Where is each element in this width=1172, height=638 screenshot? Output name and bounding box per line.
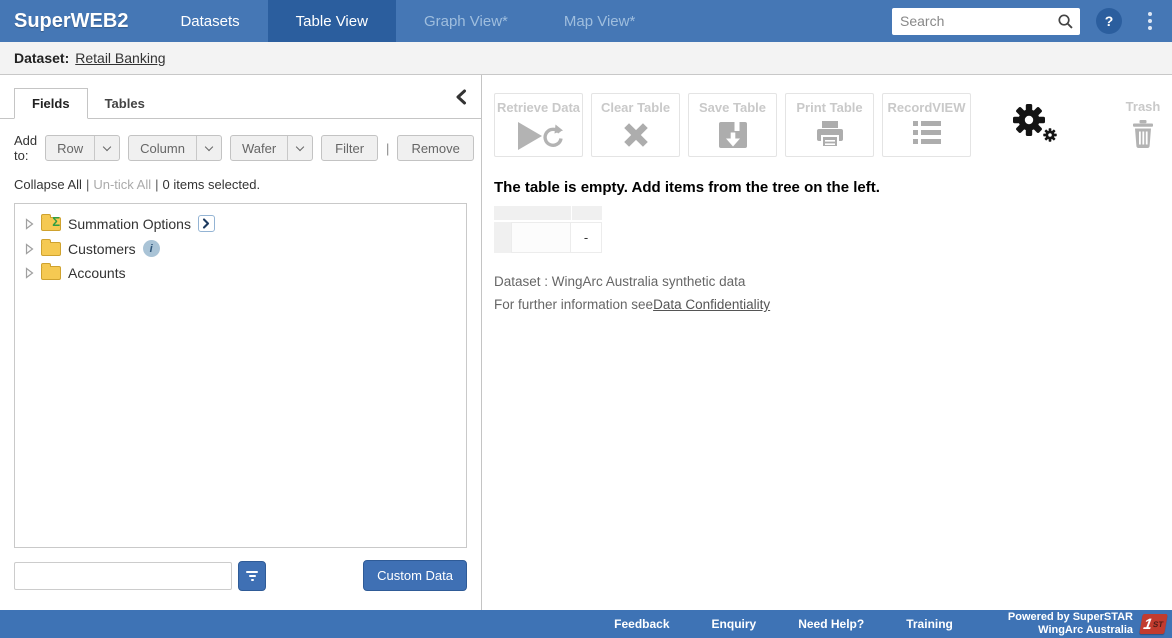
panel-tabbar: Fields Tables (0, 75, 481, 119)
footer-link-feedback[interactable]: Feedback (593, 617, 690, 631)
x-icon (621, 120, 651, 155)
tree-item-accounts[interactable]: Accounts (15, 261, 466, 285)
table-header-cell (572, 206, 602, 220)
data-confidentiality-link[interactable]: Data Confidentiality (653, 297, 770, 312)
chevron-down-icon[interactable] (196, 136, 221, 160)
add-to-row: Add to: Row Column Wafer Filter | Remove (0, 119, 481, 163)
clear-table-button[interactable]: Clear Table (591, 93, 680, 157)
table-toolbar: Retrieve Data Clear Table (494, 93, 1172, 157)
nav-item-graph-view[interactable]: Graph View* (396, 0, 536, 42)
chevron-down-icon[interactable] (94, 136, 119, 160)
retrieve-data-button[interactable]: Retrieve Data (494, 93, 583, 157)
dataset-label: Dataset: (14, 50, 69, 66)
tab-tables[interactable]: Tables (88, 89, 162, 118)
search-icon[interactable] (1057, 13, 1074, 35)
nav-item-map-view[interactable]: Map View* (536, 0, 663, 42)
trash-button[interactable]: Trash (1107, 93, 1172, 154)
trash-icon (1130, 119, 1156, 154)
custom-data-button[interactable]: Custom Data (363, 560, 467, 591)
top-navbar: SuperWEB2 Datasets Table View Graph View… (0, 0, 1172, 42)
app-logo: SuperWEB2 (0, 0, 152, 42)
tree-filter-apply-icon[interactable] (238, 561, 266, 591)
tree-filter-row: Custom Data (14, 560, 467, 591)
gear-icon (1011, 132, 1061, 149)
summation-quick-select-icon[interactable] (198, 215, 215, 232)
chevron-down-icon[interactable] (287, 136, 312, 160)
help-icon[interactable]: ? (1096, 8, 1122, 34)
tree-item-customers[interactable]: Customers i (15, 236, 466, 261)
untick-all-link[interactable]: Un-tick All (93, 177, 151, 192)
folder-icon (41, 242, 61, 256)
save-table-button[interactable]: Save Table (688, 93, 777, 157)
remove-button[interactable]: Remove (397, 135, 473, 161)
expand-arrow-icon[interactable] (25, 267, 34, 279)
dataset-link[interactable]: Retail Banking (75, 50, 165, 66)
main-area: Fields Tables Add to: Row Column Wafer F… (0, 75, 1172, 610)
collapse-all-link[interactable]: Collapse All (14, 177, 82, 192)
print-table-button[interactable]: Print Table (785, 93, 874, 157)
table-header-cell (494, 206, 571, 220)
summation-folder-icon: Σ (41, 217, 61, 231)
collapse-panel-icon[interactable] (455, 89, 467, 110)
dataset-info-text: Dataset : WingArc Australia synthetic da… (494, 274, 1172, 289)
printer-icon (814, 120, 846, 155)
search-input[interactable] (892, 8, 1080, 35)
footer: Feedback Enquiry Need Help? Training Pow… (0, 610, 1172, 638)
add-to-row-button[interactable]: Row (45, 135, 120, 161)
footer-link-enquiry[interactable]: Enquiry (691, 617, 778, 631)
powered-by-text: Powered by SuperSTAR WingArc Australia (1008, 611, 1133, 637)
folder-icon (41, 266, 61, 280)
items-selected-count: 0 items selected. (163, 177, 261, 192)
table-cell-value: - (571, 222, 602, 253)
play-refresh-icon (515, 120, 563, 157)
table-cell (511, 222, 571, 253)
tree-filter-input[interactable] (14, 562, 232, 590)
nav-item-table-view[interactable]: Table View (268, 0, 396, 42)
field-tree-panel: Fields Tables Add to: Row Column Wafer F… (0, 75, 482, 610)
table-options-button[interactable] (1011, 101, 1061, 150)
add-to-label: Add to: (14, 133, 37, 163)
empty-table-message: The table is empty. Add items from the t… (494, 179, 1172, 196)
superstar-1st-logo[interactable]: 1ST (1139, 614, 1168, 634)
overflow-menu-icon[interactable] (1136, 12, 1164, 30)
recordview-button[interactable]: RecordVIEW (882, 93, 971, 157)
tree-actions-row: Collapse All|Un-tick All|0 items selecte… (0, 163, 481, 192)
tab-fields[interactable]: Fields (14, 88, 88, 119)
empty-table-preview: - (494, 206, 1172, 253)
add-to-column-button[interactable]: Column (128, 135, 222, 161)
list-icon (912, 120, 942, 151)
breadcrumb: Dataset: Retail Banking (0, 42, 1172, 75)
expand-arrow-icon[interactable] (25, 218, 34, 230)
expand-arrow-icon[interactable] (25, 243, 34, 255)
footer-link-need-help[interactable]: Need Help? (777, 617, 885, 631)
table-view-panel: Retrieve Data Clear Table (482, 75, 1172, 610)
add-to-wafer-button[interactable]: Wafer (230, 135, 313, 161)
tree-item-summation-options[interactable]: Σ Summation Options (15, 211, 466, 236)
nav-item-datasets[interactable]: Datasets (152, 0, 267, 42)
footer-link-training[interactable]: Training (885, 617, 974, 631)
field-tree: Σ Summation Options Customers i Acc (14, 203, 467, 548)
info-icon[interactable]: i (143, 240, 160, 257)
button-separator: | (386, 141, 389, 156)
table-stub-cell (494, 222, 511, 253)
save-icon (718, 120, 748, 155)
further-info-text: For further information seeData Confiden… (494, 297, 1172, 312)
filter-button[interactable]: Filter (321, 135, 378, 161)
